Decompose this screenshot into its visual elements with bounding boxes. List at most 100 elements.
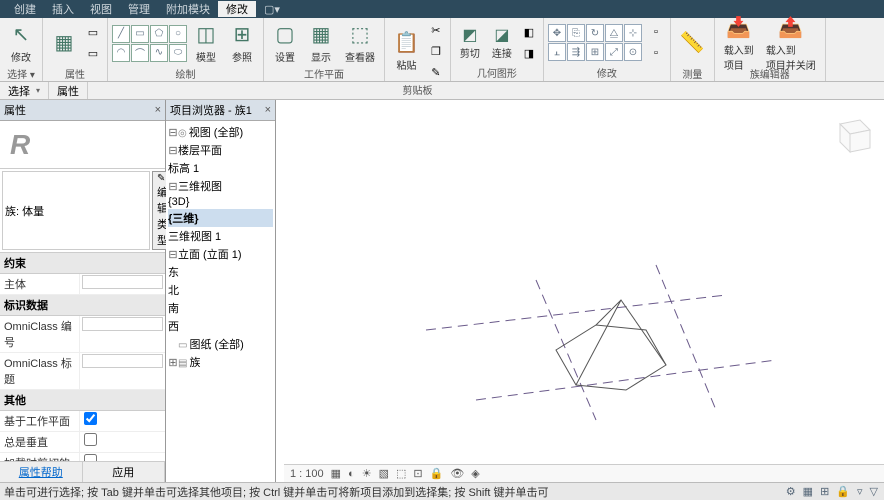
- temp-hide-icon[interactable]: 👁: [448, 467, 466, 480]
- mod-extra-2[interactable]: ▫: [646, 43, 666, 63]
- load-close-button[interactable]: 📤载入到 项目并关闭: [761, 20, 821, 66]
- tree-west[interactable]: 西: [168, 317, 273, 335]
- properties-title-bar[interactable]: 属性 ×: [0, 100, 165, 121]
- mod-rotate[interactable]: ↻: [586, 24, 604, 42]
- menu-create[interactable]: 创建: [6, 1, 44, 17]
- status-icon-5[interactable]: ▿: [855, 485, 865, 498]
- draw-circle[interactable]: ○: [169, 25, 187, 43]
- visual-style-icon[interactable]: ◐: [346, 468, 357, 480]
- status-filter-icon[interactable]: ▽: [868, 485, 880, 498]
- menu-view[interactable]: 视图: [82, 1, 120, 17]
- mod-array[interactable]: ⊞: [586, 43, 604, 61]
- menu-insert[interactable]: 插入: [44, 1, 82, 17]
- detail-level-icon[interactable]: ▦: [329, 467, 343, 480]
- constraints-header[interactable]: 约束: [0, 253, 165, 274]
- family-type-selector[interactable]: [2, 171, 150, 250]
- mod-extra-1[interactable]: ▫: [646, 22, 666, 42]
- join-icon: ◪: [494, 25, 509, 45]
- model-button[interactable]: ◫模型: [189, 20, 223, 66]
- tree-views[interactable]: ⊟◎视图 (全部): [168, 123, 273, 141]
- paste-button[interactable]: 📋粘贴: [389, 28, 424, 74]
- browser-title-bar[interactable]: 项目浏览器 - 族1 ×: [166, 100, 275, 121]
- sun-path-icon[interactable]: ☀: [360, 467, 374, 480]
- status-icon-1[interactable]: ⚙: [784, 485, 798, 498]
- crop-region-icon[interactable]: ⊡: [411, 467, 424, 480]
- load-project-button[interactable]: 📥载入到 项目: [719, 20, 759, 66]
- status-icon-4[interactable]: 🔒: [834, 485, 852, 498]
- workplane-check[interactable]: [84, 412, 97, 425]
- select-dropdown[interactable]: 选择: [0, 82, 49, 99]
- tree-north[interactable]: 北: [168, 281, 273, 299]
- identity-header[interactable]: 标识数据: [0, 295, 165, 316]
- voidcut-check[interactable]: [84, 454, 97, 461]
- menu-addins[interactable]: 附加模块: [158, 1, 218, 17]
- omni-title-value[interactable]: [82, 354, 163, 368]
- reveal-icon[interactable]: ◈: [469, 467, 481, 480]
- show-wp-button[interactable]: ▦显示: [304, 20, 338, 66]
- mod-pin[interactable]: ⊙: [624, 43, 642, 61]
- prop-tool-2[interactable]: ▭: [83, 44, 103, 64]
- cursor-icon: ↖: [13, 22, 30, 47]
- lock3d-icon[interactable]: 🔒: [428, 467, 446, 480]
- tree-floorplans[interactable]: ⊟楼层平面: [168, 141, 273, 159]
- draw-poly[interactable]: ⬠: [150, 25, 168, 43]
- view-cube[interactable]: [826, 110, 874, 158]
- tree-families[interactable]: ⊞▤族: [168, 353, 273, 371]
- apply-button[interactable]: 应用: [83, 462, 166, 482]
- mod-copy[interactable]: ⎘: [567, 24, 585, 42]
- tree-level1[interactable]: 标高 1: [168, 159, 273, 177]
- status-icon-3[interactable]: ⊞: [818, 485, 831, 498]
- mod-trim[interactable]: ⊹: [624, 24, 642, 42]
- mod-mirror[interactable]: ⧋: [605, 24, 623, 42]
- omni-num-value[interactable]: [82, 317, 163, 331]
- mod-scale[interactable]: ⤢: [605, 43, 623, 61]
- menu-extra-icon[interactable]: ▢▾: [256, 3, 288, 16]
- status-icon-2[interactable]: ▦: [801, 485, 815, 498]
- draw-spline[interactable]: ∿: [150, 44, 168, 62]
- draw-rect[interactable]: ▭: [131, 25, 149, 43]
- host-value[interactable]: [82, 275, 163, 289]
- tree-3d-view1[interactable]: 三维视图 1: [168, 227, 273, 245]
- geom-cut-button[interactable]: ◩剪切: [455, 22, 485, 63]
- draw-ellipse[interactable]: ⬭: [169, 44, 187, 62]
- prop-tool-1[interactable]: ▭: [83, 23, 103, 43]
- close-icon[interactable]: ×: [265, 104, 271, 116]
- tree-3d-default[interactable]: {3D}: [168, 195, 273, 209]
- close-icon[interactable]: ×: [155, 104, 161, 116]
- other-header[interactable]: 其他: [0, 390, 165, 411]
- vertical-check[interactable]: [84, 433, 97, 446]
- tree-3dviews[interactable]: ⊟三维视图: [168, 177, 273, 195]
- ref-button[interactable]: ⊞参照: [225, 20, 259, 66]
- geom-tool-1[interactable]: ◧: [519, 22, 539, 42]
- tree-3d-current[interactable]: {三维}: [168, 209, 273, 227]
- cut-button[interactable]: ✂: [426, 20, 446, 40]
- mod-align[interactable]: ⫠: [548, 43, 566, 61]
- properties-help-link[interactable]: 属性帮助: [0, 462, 83, 482]
- copy-button[interactable]: ❐: [426, 41, 446, 61]
- menu-modify[interactable]: 修改: [218, 1, 256, 17]
- measure-button[interactable]: 📏: [675, 20, 710, 66]
- scale-display[interactable]: 1 : 100: [288, 468, 326, 480]
- tree-elevations[interactable]: ⊟立面 (立面 1): [168, 245, 273, 263]
- match-button[interactable]: ✎: [426, 62, 446, 82]
- geom-join-button[interactable]: ◪连接: [487, 22, 517, 63]
- select-group-label[interactable]: 选择 ▾: [4, 66, 38, 82]
- mod-offset[interactable]: ⇶: [567, 43, 585, 61]
- tree-east[interactable]: 东: [168, 263, 273, 281]
- viewer-button[interactable]: ⬚查看器: [340, 20, 380, 66]
- modify-button[interactable]: ↖ 修改: [4, 20, 38, 66]
- props-toggle[interactable]: 属性: [49, 82, 88, 99]
- draw-arc2[interactable]: ⌒: [131, 44, 149, 62]
- menu-manage[interactable]: 管理: [120, 1, 158, 17]
- mod-move[interactable]: ✥: [548, 24, 566, 42]
- properties-button[interactable]: ▦: [47, 20, 81, 66]
- draw-line[interactable]: ╱: [112, 25, 130, 43]
- drawing-canvas[interactable]: [276, 100, 884, 482]
- set-wp-button[interactable]: ▢设置: [268, 20, 302, 66]
- geom-tool-2[interactable]: ◨: [519, 43, 539, 63]
- draw-arc[interactable]: ◠: [112, 44, 130, 62]
- shadows-icon[interactable]: ▧: [377, 467, 391, 480]
- tree-sheets[interactable]: ▭图纸 (全部): [168, 335, 273, 353]
- crop-icon[interactable]: ⬚: [394, 467, 408, 480]
- tree-south[interactable]: 南: [168, 299, 273, 317]
